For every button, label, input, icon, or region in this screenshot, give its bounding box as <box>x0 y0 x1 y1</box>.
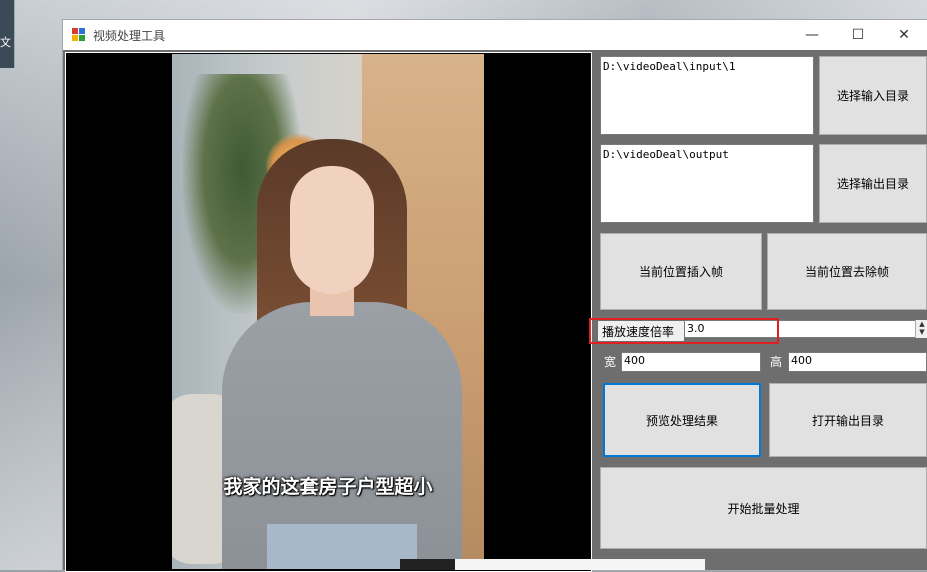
desktop-left-edge: 文 <box>0 0 15 68</box>
app-window: 视频处理工具 — ☐ ✕ 我家的这套房子户型超小 D:\videoDeal\in… <box>63 20 927 572</box>
width-input[interactable]: 400 <box>621 352 761 372</box>
preview-result-button[interactable]: 预览处理结果 <box>603 383 761 457</box>
speed-highlight-box <box>589 318 779 344</box>
video-frame: 我家的这套房子户型超小 <box>172 54 484 569</box>
insert-frame-button[interactable]: 当前位置插入帧 <box>600 233 762 310</box>
taskbar-fragment <box>400 559 455 570</box>
spin-down-icon[interactable]: ▼ <box>919 328 924 336</box>
open-output-dir-button[interactable]: 打开输出目录 <box>769 383 927 457</box>
spin-up-icon[interactable]: ▲ <box>919 320 924 328</box>
maximize-button[interactable]: ☐ <box>835 20 881 50</box>
input-dir-textbox[interactable]: D:\videoDeal\input\1 <box>600 56 814 135</box>
width-label: 宽 <box>604 355 617 369</box>
title-bar[interactable]: 视频处理工具 — ☐ ✕ <box>63 20 927 50</box>
taskbar-fragment-light <box>455 559 705 570</box>
start-batch-button[interactable]: 开始批量处理 <box>600 467 927 549</box>
window-title: 视频处理工具 <box>93 29 166 43</box>
video-subtitle: 我家的这套房子户型超小 <box>223 476 433 498</box>
select-input-dir-button[interactable]: 选择输入目录 <box>819 56 927 135</box>
output-dir-textbox[interactable]: D:\videoDeal\output <box>600 144 814 223</box>
video-preview[interactable]: 我家的这套房子户型超小 <box>65 52 592 572</box>
minimize-button[interactable]: — <box>789 20 835 50</box>
close-button[interactable]: ✕ <box>881 20 927 50</box>
app-icon <box>72 28 86 42</box>
select-output-dir-button[interactable]: 选择输出目录 <box>819 144 927 223</box>
client-area: 我家的这套房子户型超小 D:\videoDeal\input\1 选择输入目录 … <box>63 50 927 572</box>
remove-frame-button[interactable]: 当前位置去除帧 <box>767 233 927 310</box>
height-input[interactable]: 400 <box>788 352 927 372</box>
height-label: 高 <box>770 355 783 369</box>
desktop-edge-text: 文 <box>0 36 11 49</box>
speed-spinner[interactable]: ▲ ▼ <box>915 320 927 338</box>
